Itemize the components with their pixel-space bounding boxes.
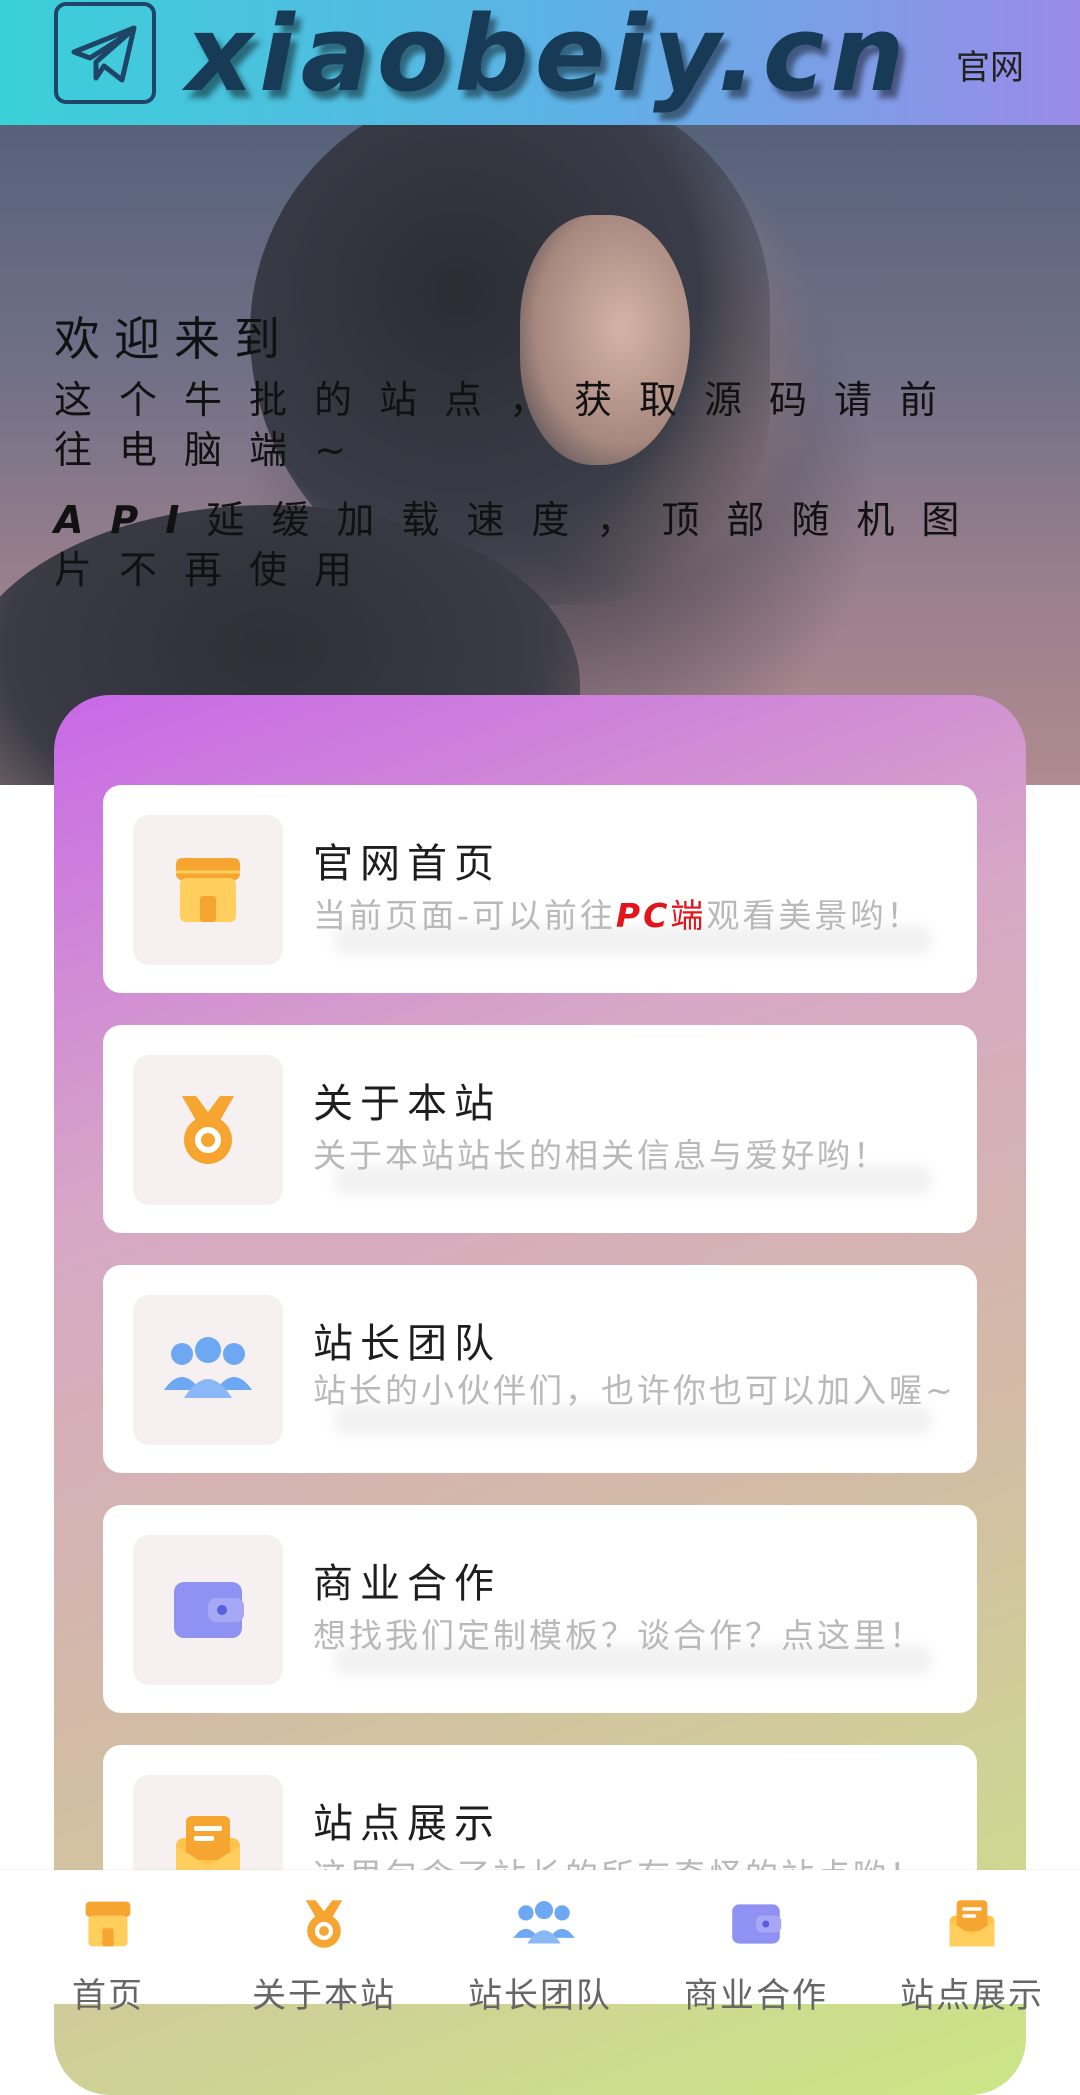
team-icon [164, 1337, 252, 1398]
card-title: 商业合作 [313, 1561, 501, 1607]
hero-line-api: API延缓加载速度，顶部随机图片不再使用 [54, 495, 1026, 595]
hero-banner: 欢迎来到 这个牛批的站点，获取源码请前往电脑端~ API延缓加载速度，顶部随机图… [0, 125, 1080, 785]
wallet-icon [732, 1904, 782, 1944]
top-bar: xiaobeiy.cn 官网 [0, 0, 1080, 125]
card-desc: 想找我们定制模板？谈合作？点这里！ [313, 1616, 925, 1655]
hero-line-source: 这个牛批的站点，获取源码请前往电脑端~ [54, 378, 965, 472]
site-logo-text[interactable]: xiaobeiy.cn [186, 0, 910, 114]
tab-about[interactable]: 关于本站 [216, 1870, 432, 2016]
card-desc: 当前页面-可以前往PC端观看美景哟！ [313, 896, 923, 935]
card-desc: 站长的小伙伴们，也许你也可以加入喔~ [313, 1371, 956, 1410]
medal-icon [182, 1096, 234, 1164]
tab-team[interactable]: 站长团队 [432, 1870, 648, 2016]
wallet-icon [174, 1582, 244, 1638]
card-business[interactable]: 商业合作 想找我们定制模板？谈合作？点这里！ [103, 1505, 977, 1713]
card-title: 站长团队 [313, 1321, 501, 1367]
tab-home[interactable]: 首页 [0, 1870, 216, 2016]
api-label: API [54, 498, 207, 542]
card-desc: 关于本站站长的相关信息与爱好哟！ [313, 1136, 889, 1175]
card-home[interactable]: 官网首页 当前页面-可以前往PC端观看美景哟！ [103, 785, 977, 993]
tab-showcase[interactable]: 站点展示 [864, 1870, 1080, 2016]
tab-label: 站长团队 [468, 1976, 612, 2016]
card-about[interactable]: 关于本站 关于本站站长的相关信息与爱好哟！ [103, 1025, 977, 1233]
shop-icon [85, 1901, 131, 1947]
card-team[interactable]: 站长团队 站长的小伙伴们，也许你也可以加入喔~ [103, 1265, 977, 1473]
card-title: 关于本站 [313, 1081, 501, 1127]
shop-icon [176, 858, 240, 922]
tab-label: 站点展示 [900, 1976, 1044, 2016]
medal-icon [305, 1900, 343, 1948]
bottom-tab-bar: 首页 关于本站 站长团队 商业合作 站点展示 [0, 1870, 1080, 2016]
official-site-link[interactable]: 官网 [956, 40, 1024, 89]
hero-welcome: 欢迎来到 [54, 312, 294, 366]
tab-business[interactable]: 商业合作 [648, 1870, 864, 2016]
tab-label: 首页 [72, 1976, 144, 2016]
card-title: 站点展示 [313, 1801, 501, 1847]
telegram-logo-icon[interactable] [54, 2, 156, 104]
tab-label: 关于本站 [252, 1976, 396, 2016]
tab-label: 商业合作 [684, 1976, 828, 2016]
mail-icon [949, 1900, 995, 1947]
card-title: 官网首页 [313, 841, 501, 887]
team-icon [513, 1901, 575, 1944]
